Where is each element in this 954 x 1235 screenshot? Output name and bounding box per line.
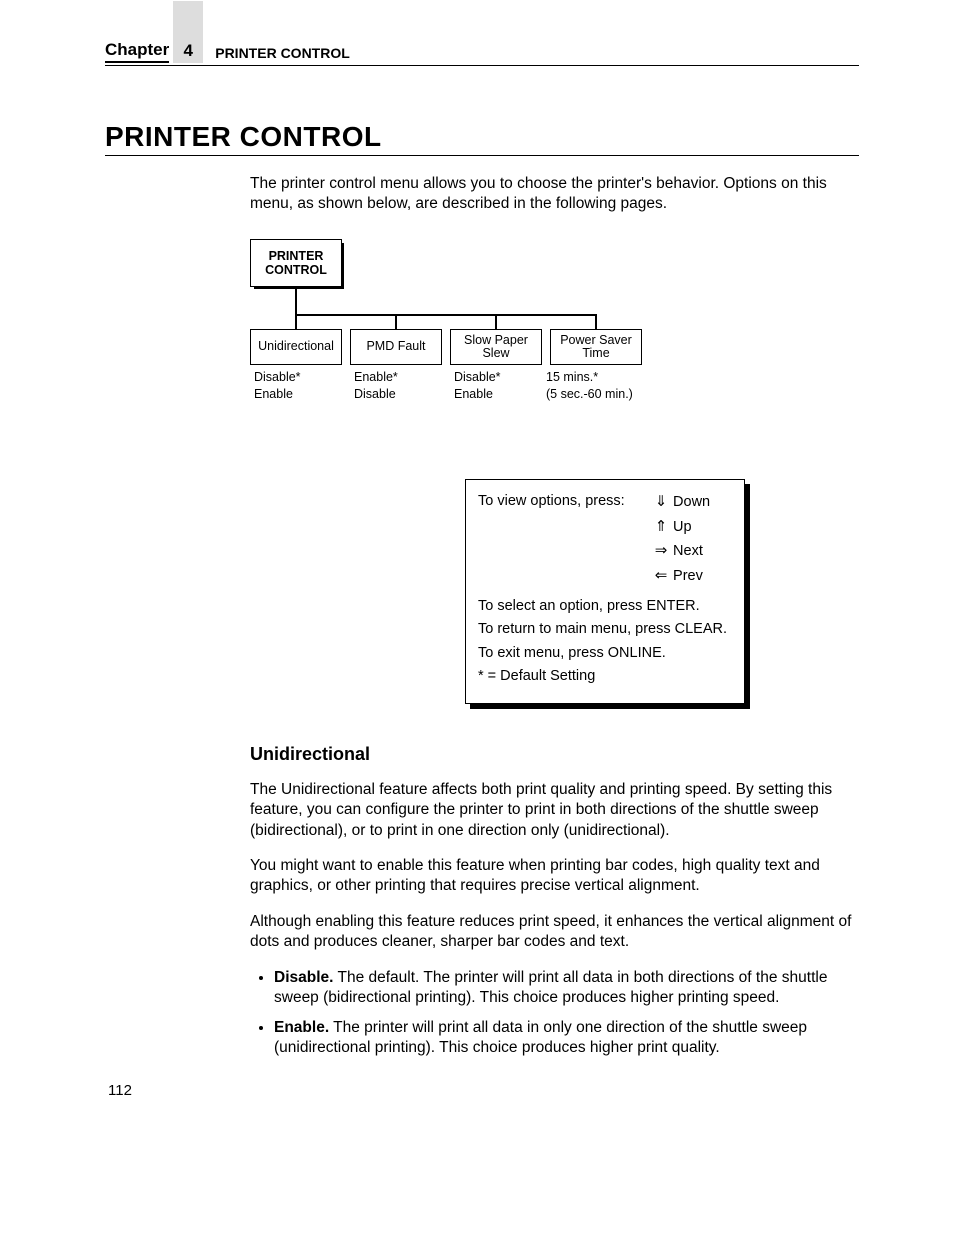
instr-select: To select an option, press ENTER. <box>478 597 732 617</box>
instruction-box: To view options, press: ⇓ Down ⇑ Up ⇒ Ne… <box>465 479 745 704</box>
page-number: 112 <box>108 1082 132 1099</box>
opts-unidirectional: Disable* Enable <box>254 369 301 402</box>
chapter-number: 4 <box>173 1 203 63</box>
bullet-disable: Disable. The default. The printer will p… <box>274 968 859 1008</box>
prev-label: Prev <box>673 568 703 584</box>
up-label: Up <box>673 519 692 535</box>
bullet-enable: Enable. The printer will print all data … <box>274 1018 859 1058</box>
section-p3: Although enabling this feature reduces p… <box>250 912 859 952</box>
intro-paragraph: The printer control menu allows you to c… <box>250 174 859 214</box>
opts-power-saver-time: 15 mins.* (5 sec.-60 min.) <box>546 369 633 402</box>
next-arrow-icon: ⇒ <box>653 541 669 561</box>
section-bullet-list: Disable. The default. The printer will p… <box>250 968 859 1059</box>
view-options-label: To view options, press: <box>478 492 653 513</box>
instr-exit: To exit menu, press ONLINE. <box>478 644 732 664</box>
node-power-saver-time: Power Saver Time <box>550 329 642 365</box>
instr-default-note: * = Default Setting <box>478 667 732 687</box>
main-title: PRINTER CONTROL <box>105 121 859 156</box>
section-heading-unidirectional: Unidirectional <box>250 744 859 765</box>
next-label: Next <box>673 543 703 559</box>
down-label: Down <box>673 494 710 510</box>
menu-tree-diagram: PRINTER CONTROL Unidirectional PMD Fault… <box>250 239 859 419</box>
prev-arrow-icon: ⇐ <box>653 566 669 586</box>
section-p2: You might want to enable this feature wh… <box>250 856 859 896</box>
root-node: PRINTER CONTROL <box>250 239 342 287</box>
down-arrow-icon: ⇓ <box>653 492 669 512</box>
up-arrow-icon: ⇑ <box>653 517 669 537</box>
section-p1: The Unidirectional feature affects both … <box>250 780 859 840</box>
instr-return: To return to main menu, press CLEAR. <box>478 620 732 640</box>
node-slow-paper-slew: Slow Paper Slew <box>450 329 542 365</box>
opts-pmd-fault: Enable* Disable <box>354 369 398 402</box>
header-title: PRINTER CONTROL <box>215 45 350 63</box>
opts-slow-paper-slew: Disable* Enable <box>454 369 501 402</box>
node-pmd-fault: PMD Fault <box>350 329 442 365</box>
chapter-label: Chapter <box>105 40 169 63</box>
node-unidirectional: Unidirectional <box>250 329 342 365</box>
page-header: Chapter 4 PRINTER CONTROL <box>105 40 859 66</box>
